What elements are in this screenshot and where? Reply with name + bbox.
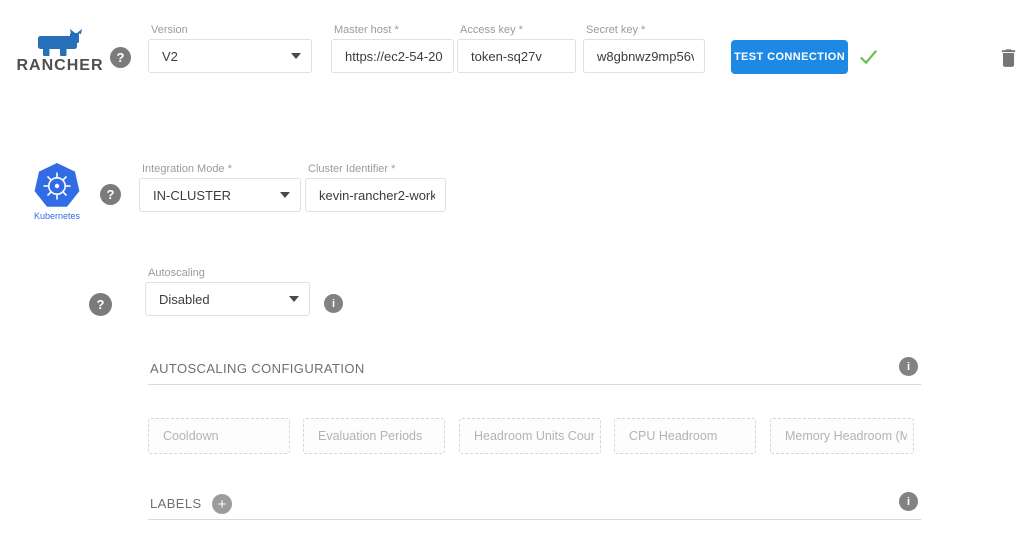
chevron-down-icon: [280, 192, 290, 198]
secret-key-field: Secret key *: [583, 24, 705, 73]
rancher-bull-icon: [37, 29, 83, 56]
evaluation-periods-input: [303, 418, 445, 454]
headroom-units-count-input: [459, 418, 601, 454]
add-label-button[interactable]: +: [212, 494, 232, 514]
version-label: Version: [151, 24, 312, 36]
cluster-identifier-field: Cluster Identifier *: [305, 163, 446, 212]
labels-divider: [148, 519, 921, 520]
connection-success-check-icon: [857, 45, 880, 73]
integration-settings-page: RANCHER ? Version V2 Master host * Acces…: [0, 0, 1024, 550]
access-key-input[interactable]: [457, 39, 576, 73]
cpu-headroom-input: [614, 418, 756, 454]
chevron-down-icon: [289, 296, 299, 302]
version-select[interactable]: Version V2: [148, 24, 312, 73]
integration-mode-select[interactable]: Integration Mode * IN-CLUSTER: [139, 163, 301, 212]
master-host-label: Master host *: [334, 24, 454, 36]
access-key-field: Access key *: [457, 24, 576, 73]
test-connection-button[interactable]: TEST CONNECTION: [731, 40, 848, 74]
secret-key-input[interactable]: [583, 39, 705, 73]
master-host-input[interactable]: [331, 39, 454, 73]
kubernetes-help-icon[interactable]: ?: [100, 184, 121, 205]
labels-section-title: LABELS: [150, 496, 202, 511]
autoscaling-help-icon[interactable]: ?: [89, 293, 112, 316]
kubernetes-helm-icon: [33, 162, 81, 209]
cooldown-input: [148, 418, 290, 454]
delete-integration-icon[interactable]: [999, 46, 1018, 73]
autoscaling-info-icon[interactable]: i: [324, 294, 343, 313]
secret-key-label: Secret key *: [586, 24, 705, 36]
version-value: V2: [162, 49, 178, 64]
integration-mode-label: Integration Mode *: [142, 163, 301, 175]
cluster-identifier-label: Cluster Identifier *: [308, 163, 446, 175]
autoscaling-value: Disabled: [159, 292, 210, 307]
kubernetes-logo: Kubernetes: [28, 162, 86, 221]
cluster-identifier-input[interactable]: [305, 178, 446, 212]
rancher-logo-text: RANCHER: [14, 57, 106, 75]
rancher-logo: RANCHER: [14, 29, 106, 75]
rancher-help-icon[interactable]: ?: [110, 47, 131, 68]
master-host-field: Master host *: [331, 24, 454, 73]
access-key-label: Access key *: [460, 24, 576, 36]
chevron-down-icon: [291, 53, 301, 59]
kubernetes-logo-caption: Kubernetes: [28, 211, 86, 221]
autoscaling-label: Autoscaling: [148, 267, 310, 279]
memory-headroom-input: [770, 418, 914, 454]
autoscaling-configuration-title: AUTOSCALING CONFIGURATION: [150, 361, 365, 376]
labels-info-icon[interactable]: i: [899, 492, 918, 511]
autoscaling-configuration-divider: [148, 384, 921, 385]
autoscaling-select[interactable]: Autoscaling Disabled: [145, 267, 310, 316]
autoscaling-configuration-info-icon[interactable]: i: [899, 357, 918, 376]
integration-mode-value: IN-CLUSTER: [153, 188, 231, 203]
